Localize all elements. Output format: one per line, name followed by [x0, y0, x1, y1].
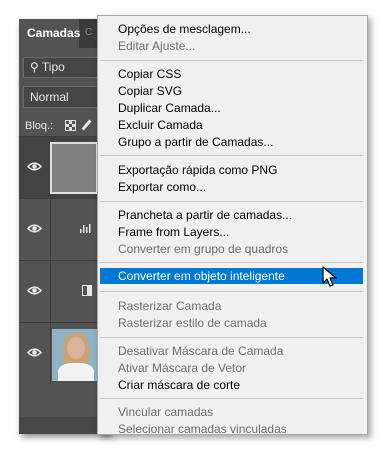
menu-separator	[100, 291, 363, 292]
menu-item-disable-layer-mask: Desativar Máscara de Camada	[118, 344, 284, 358]
layer-thumbnail	[50, 142, 98, 194]
layer-context-menu: Opções de mesclagem... Editar Ajuste... …	[97, 15, 368, 435]
menu-separator	[100, 60, 363, 61]
menu-item-rasterize-layer-style: Rasterizar estilo de camada	[118, 316, 267, 330]
menu-item-enable-vector-mask: Ativar Máscara de Vetor	[118, 361, 247, 375]
menu-separator	[100, 337, 363, 338]
lock-label: Bloq.:	[25, 120, 54, 132]
filter-label: Tipo	[41, 60, 65, 74]
menu-item-edit-adjustment: Editar Ajuste...	[118, 39, 196, 53]
column-divider	[50, 323, 51, 384]
visibility-eye-icon[interactable]	[27, 283, 42, 298]
menu-item-duplicate-layer[interactable]: Duplicar Camada...	[100, 100, 363, 116]
menu-separator	[100, 262, 363, 263]
menu-item-rasterize-layer: Rasterizar Camada	[118, 299, 222, 313]
menu-item-convert-frame-group: Converter em grupo de quadros	[118, 242, 289, 256]
tab-next[interactable]: C	[85, 27, 92, 38]
visibility-eye-icon[interactable]	[27, 221, 42, 236]
menu-item-artboard-from-layers[interactable]: Prancheta a partir de camadas...	[100, 207, 363, 223]
menu-item-export-as[interactable]: Exportar como...	[100, 179, 363, 195]
lock-transparent-pixels-icon[interactable]	[65, 120, 76, 131]
visibility-eye-icon[interactable]	[27, 345, 42, 360]
search-icon: ⚲	[30, 60, 39, 74]
photo-thumbnail	[52, 329, 100, 381]
menu-item-link-layers: Vincular camadas	[118, 405, 214, 419]
thumbnail-shirt	[58, 363, 94, 381]
lock-image-pixels-icon[interactable]	[81, 119, 92, 131]
levels-adjustment-icon	[80, 224, 91, 233]
menu-item-quick-export-png[interactable]: Exportação rápida como PNG	[100, 162, 363, 178]
menu-item-select-linked-layers: Selecionar camadas vinculadas	[118, 422, 287, 435]
menu-item-copy-css[interactable]: Copiar CSS	[100, 66, 363, 82]
menu-item-create-clipping-mask[interactable]: Criar máscara de corte	[100, 377, 363, 393]
menu-item-blending-options[interactable]: Opções de mesclagem...	[100, 21, 363, 37]
menu-separator	[100, 398, 363, 399]
frame-layer-icon	[82, 285, 92, 296]
menu-item-frame-from-layers[interactable]: Frame from Layers...	[100, 224, 363, 240]
thumbnail-face	[67, 337, 85, 359]
mouse-pointer-icon	[322, 266, 337, 287]
menu-separator	[100, 155, 363, 156]
visibility-eye-icon[interactable]	[27, 159, 42, 174]
menu-item-copy-svg[interactable]: Copiar SVG	[100, 83, 363, 99]
column-divider	[50, 261, 51, 322]
menu-separator	[100, 201, 363, 202]
tab-camadas[interactable]: Camadas	[19, 19, 80, 48]
menu-item-delete-layer[interactable]: Excluir Camada	[100, 117, 363, 133]
column-divider	[50, 199, 51, 260]
menu-item-group-from-layers[interactable]: Grupo a partir de Camadas...	[100, 134, 363, 150]
